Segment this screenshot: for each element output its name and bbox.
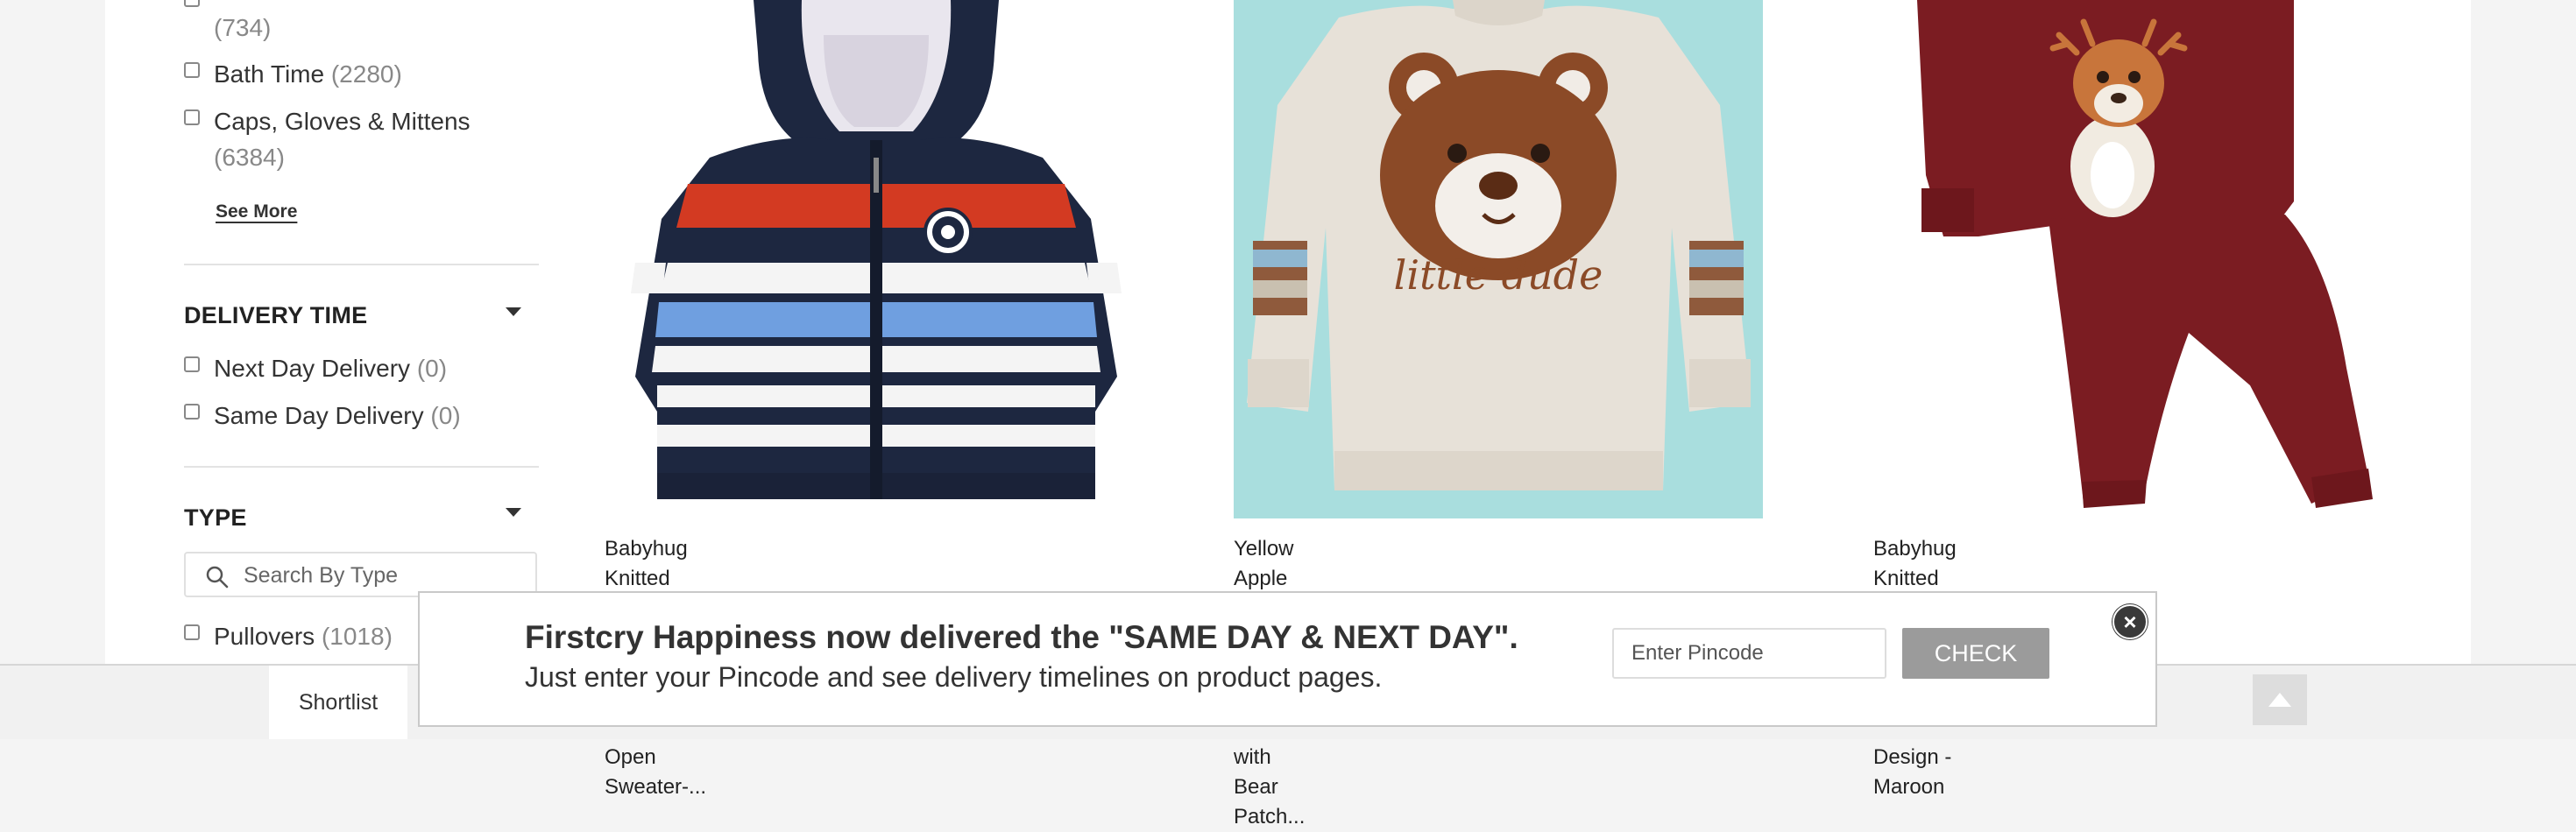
type-heading[interactable]: TYPE [184, 504, 247, 532]
divider [184, 264, 539, 265]
filter-option-label: Bath Time [214, 60, 325, 88]
chevron-down-icon[interactable] [506, 307, 521, 316]
see-more-link[interactable]: See More [216, 201, 297, 222]
filter-option-label: Caps, Gloves & Mittens [214, 108, 471, 135]
product-name-line[interactable]: Open Sweater-... [605, 743, 706, 802]
product-name-line[interactable]: Design - Maroon [1873, 743, 1957, 802]
checkbox[interactable] [184, 109, 200, 125]
checkbox[interactable] [184, 356, 200, 372]
filter-option-label: Next Day Delivery [214, 355, 411, 382]
chevron-down-icon[interactable] [506, 508, 521, 517]
filter-option-count: (1018) [321, 623, 393, 650]
filter-option-count: (0) [416, 355, 448, 382]
checkbox[interactable] [184, 0, 200, 7]
delivery-promo-popup: Firstcry Happiness now delivered the "SA… [418, 591, 2157, 727]
type-search-input[interactable] [242, 559, 526, 592]
sweater-print-text: little dude [1394, 251, 1603, 299]
pincode-input[interactable] [1612, 628, 1886, 679]
filter-option-same-day[interactable]: Same Day Delivery (0) [184, 398, 461, 434]
filter-option-bath-time[interactable]: Bath Time (2280) [184, 56, 402, 92]
checkbox[interactable] [184, 62, 200, 78]
close-icon[interactable]: × [2112, 604, 2148, 639]
filter-option-label: Pullovers [214, 623, 315, 650]
filter-option-count: (0) [430, 402, 461, 429]
check-pincode-button[interactable]: CHECK [1902, 628, 2049, 679]
product-image[interactable]: little dude [1234, 0, 1763, 518]
divider [184, 466, 539, 468]
filter-option-pullovers[interactable]: Pullovers (1018) [184, 618, 393, 654]
filter-option-count-row: (6384) [214, 139, 285, 175]
product-image[interactable] [605, 0, 1148, 517]
popup-subtext: Just enter your Pincode and see delivery… [525, 661, 1383, 693]
triangle-up-icon [2268, 693, 2291, 707]
filter-option-count: (6384) [214, 144, 285, 171]
scroll-to-top-button[interactable] [2253, 674, 2307, 725]
search-icon [206, 566, 229, 589]
checkbox[interactable] [184, 624, 200, 640]
shortlist-tab[interactable]: Shortlist [269, 666, 407, 739]
filter-option-label: Same Day Delivery [214, 402, 424, 429]
filter-option-caps-gloves[interactable]: Caps, Gloves & Mittens [184, 103, 471, 139]
checkbox[interactable] [184, 404, 200, 420]
product-image[interactable] [1873, 0, 2417, 525]
filter-option-next-day[interactable]: Next Day Delivery (0) [184, 350, 447, 386]
filter-option-count-row: (734) [214, 10, 271, 46]
popup-headline: Firstcry Happiness now delivered the "SA… [525, 619, 1518, 655]
filter-option-partial[interactable] [184, 0, 214, 7]
filter-option-count: (2280) [330, 60, 402, 88]
product-name-line[interactable]: with Bear Patch... [1234, 743, 1320, 832]
filter-option-count: (734) [214, 14, 272, 41]
delivery-time-heading[interactable]: DELIVERY TIME [184, 302, 367, 329]
